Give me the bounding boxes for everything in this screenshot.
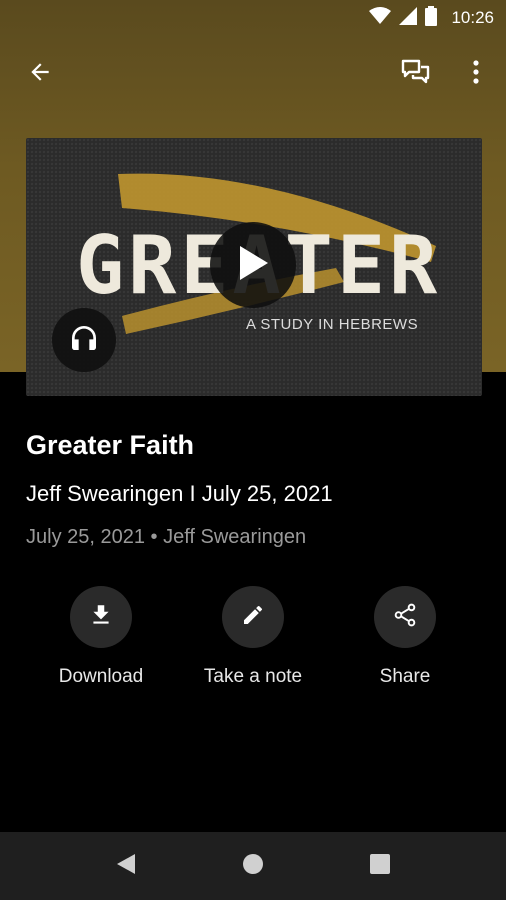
chat-button[interactable] <box>392 48 440 100</box>
chat-icon <box>401 58 431 91</box>
nav-home-icon <box>242 853 264 880</box>
audio-button[interactable] <box>52 308 116 372</box>
nav-recents-button[interactable] <box>360 846 400 886</box>
share-circle[interactable] <box>374 586 436 648</box>
app-bar <box>0 48 506 100</box>
cell-signal-icon <box>399 6 418 30</box>
battery-icon <box>425 5 438 31</box>
status-bar: 10:26 <box>0 0 506 36</box>
more-vert-icon <box>472 59 480 90</box>
download-icon <box>88 602 114 633</box>
system-nav-bar <box>0 832 506 900</box>
download-button[interactable]: Download <box>26 586 176 688</box>
nav-back-icon <box>115 852 137 881</box>
nav-recents-icon <box>370 853 390 879</box>
arrow-back-icon <box>27 59 53 90</box>
play-icon <box>236 244 270 287</box>
nav-home-button[interactable] <box>233 846 273 886</box>
nav-back-button[interactable] <box>106 846 146 886</box>
download-circle[interactable] <box>70 586 132 648</box>
download-label: Download <box>58 666 144 687</box>
pencil-icon <box>241 603 265 632</box>
take-note-circle[interactable] <box>222 586 284 648</box>
action-row: Download Take a note Share <box>0 586 506 696</box>
sermon-meta: July 25, 2021 • Jeff Swearingen <box>26 526 307 548</box>
artwork-subtitle: A STUDY IN HEBREWS <box>246 316 419 333</box>
take-note-label: Take a note <box>203 666 303 687</box>
take-note-button[interactable]: Take a note <box>178 586 328 688</box>
wifi-icon <box>369 6 392 30</box>
headphones-icon <box>68 322 100 359</box>
play-button[interactable] <box>210 222 296 308</box>
share-label: Share <box>379 666 431 687</box>
sermon-subtitle: Jeff Swearingen I July 25, 2021 <box>26 481 333 506</box>
status-time: 10:26 <box>451 8 494 27</box>
share-button[interactable]: Share <box>330 586 480 688</box>
share-icon <box>392 602 418 633</box>
sermon-artwork: GREATER A STUDY IN HEBREWS <box>26 138 482 396</box>
back-button[interactable] <box>16 48 64 100</box>
sermon-title: Greater Faith <box>26 430 195 460</box>
more-options-button[interactable] <box>452 48 500 100</box>
